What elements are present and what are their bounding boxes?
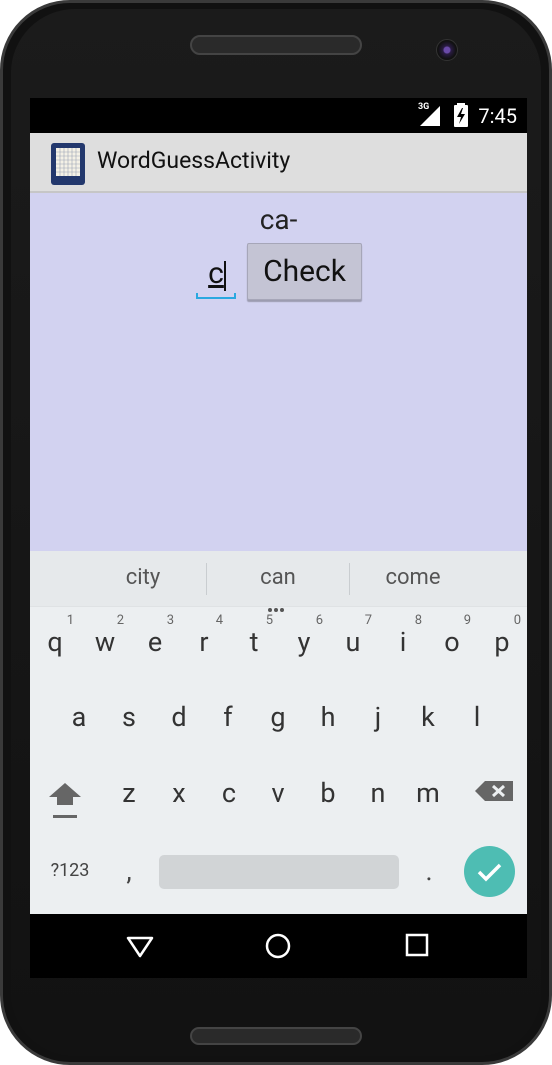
soft-keyboard: city can come q1 w2 e3 r4 t5 y6 u7 i8 o9… — [30, 551, 527, 914]
navigation-bar — [30, 914, 527, 978]
key-r[interactable]: r4 — [179, 606, 229, 678]
key-j[interactable]: j — [353, 681, 403, 753]
key-z[interactable]: z — [104, 757, 154, 829]
top-speaker — [190, 35, 362, 55]
recents-icon[interactable] — [405, 933, 429, 957]
key-a[interactable]: a — [54, 681, 104, 753]
suggestion-strip: city can come — [30, 551, 527, 612]
key-s[interactable]: s — [104, 681, 154, 753]
shift-icon — [49, 783, 81, 818]
backspace-key[interactable] — [470, 757, 520, 829]
status-bar: 3G 7:45 — [30, 98, 527, 133]
text-cursor — [224, 261, 226, 291]
status-time: 7:45 — [478, 104, 517, 128]
front-camera — [436, 39, 458, 61]
space-bar[interactable] — [159, 855, 399, 889]
key-e[interactable]: e3 — [130, 606, 180, 678]
key-d[interactable]: d — [154, 681, 204, 753]
action-bar: WordGuessActivity — [30, 133, 527, 193]
symbols-key[interactable]: ?123 — [40, 851, 100, 891]
phone-frame: 3G 7:45 WordGuessActivity ca- c Check ci… — [0, 0, 552, 1065]
comma-key[interactable]: , — [104, 851, 154, 891]
check-button[interactable]: Check — [247, 243, 362, 300]
enter-key[interactable] — [464, 846, 515, 897]
key-y[interactable]: y6 — [279, 606, 329, 678]
app-icon-grid — [56, 148, 80, 176]
app-title: WordGuessActivity — [97, 147, 291, 174]
checkmark-icon — [477, 863, 502, 882]
key-c[interactable]: c — [204, 757, 254, 829]
bottom-speaker — [190, 1027, 362, 1045]
network-type-label: 3G — [418, 102, 430, 112]
word-hint: ca- — [259, 203, 298, 236]
key-i[interactable]: i8 — [378, 606, 428, 678]
key-k[interactable]: k — [403, 681, 453, 753]
guess-input[interactable]: c — [196, 257, 236, 299]
suggestion-right[interactable]: come — [338, 565, 488, 590]
screen: 3G 7:45 WordGuessActivity ca- c Check ci… — [30, 98, 527, 978]
key-t[interactable]: t5 — [229, 606, 279, 678]
key-m[interactable]: m — [403, 757, 453, 829]
battery-icon — [454, 103, 468, 127]
key-w[interactable]: w2 — [80, 606, 130, 678]
key-x[interactable]: x — [154, 757, 204, 829]
key-f[interactable]: f — [203, 681, 253, 753]
shift-key[interactable] — [40, 757, 90, 829]
key-g[interactable]: g — [253, 681, 303, 753]
key-b[interactable]: b — [303, 757, 353, 829]
key-h[interactable]: h — [303, 681, 353, 753]
app-icon — [51, 143, 85, 185]
period-key[interactable]: . — [404, 851, 454, 891]
guess-input-value: c — [208, 256, 224, 291]
key-u[interactable]: u7 — [328, 606, 378, 678]
suggestion-left[interactable]: city — [68, 565, 218, 590]
key-p[interactable]: p0 — [477, 606, 527, 678]
key-l[interactable]: l — [452, 681, 502, 753]
suggestion-center[interactable]: can — [203, 565, 353, 590]
more-suggestions-icon[interactable] — [268, 597, 288, 612]
backspace-icon — [475, 781, 513, 801]
word-guess-content: ca- c Check — [30, 193, 527, 551]
key-o[interactable]: o9 — [427, 606, 477, 678]
key-q[interactable]: q1 — [30, 606, 80, 678]
home-icon[interactable] — [264, 932, 292, 960]
back-icon[interactable] — [125, 932, 155, 960]
key-v[interactable]: v — [253, 757, 303, 829]
key-n[interactable]: n — [353, 757, 403, 829]
